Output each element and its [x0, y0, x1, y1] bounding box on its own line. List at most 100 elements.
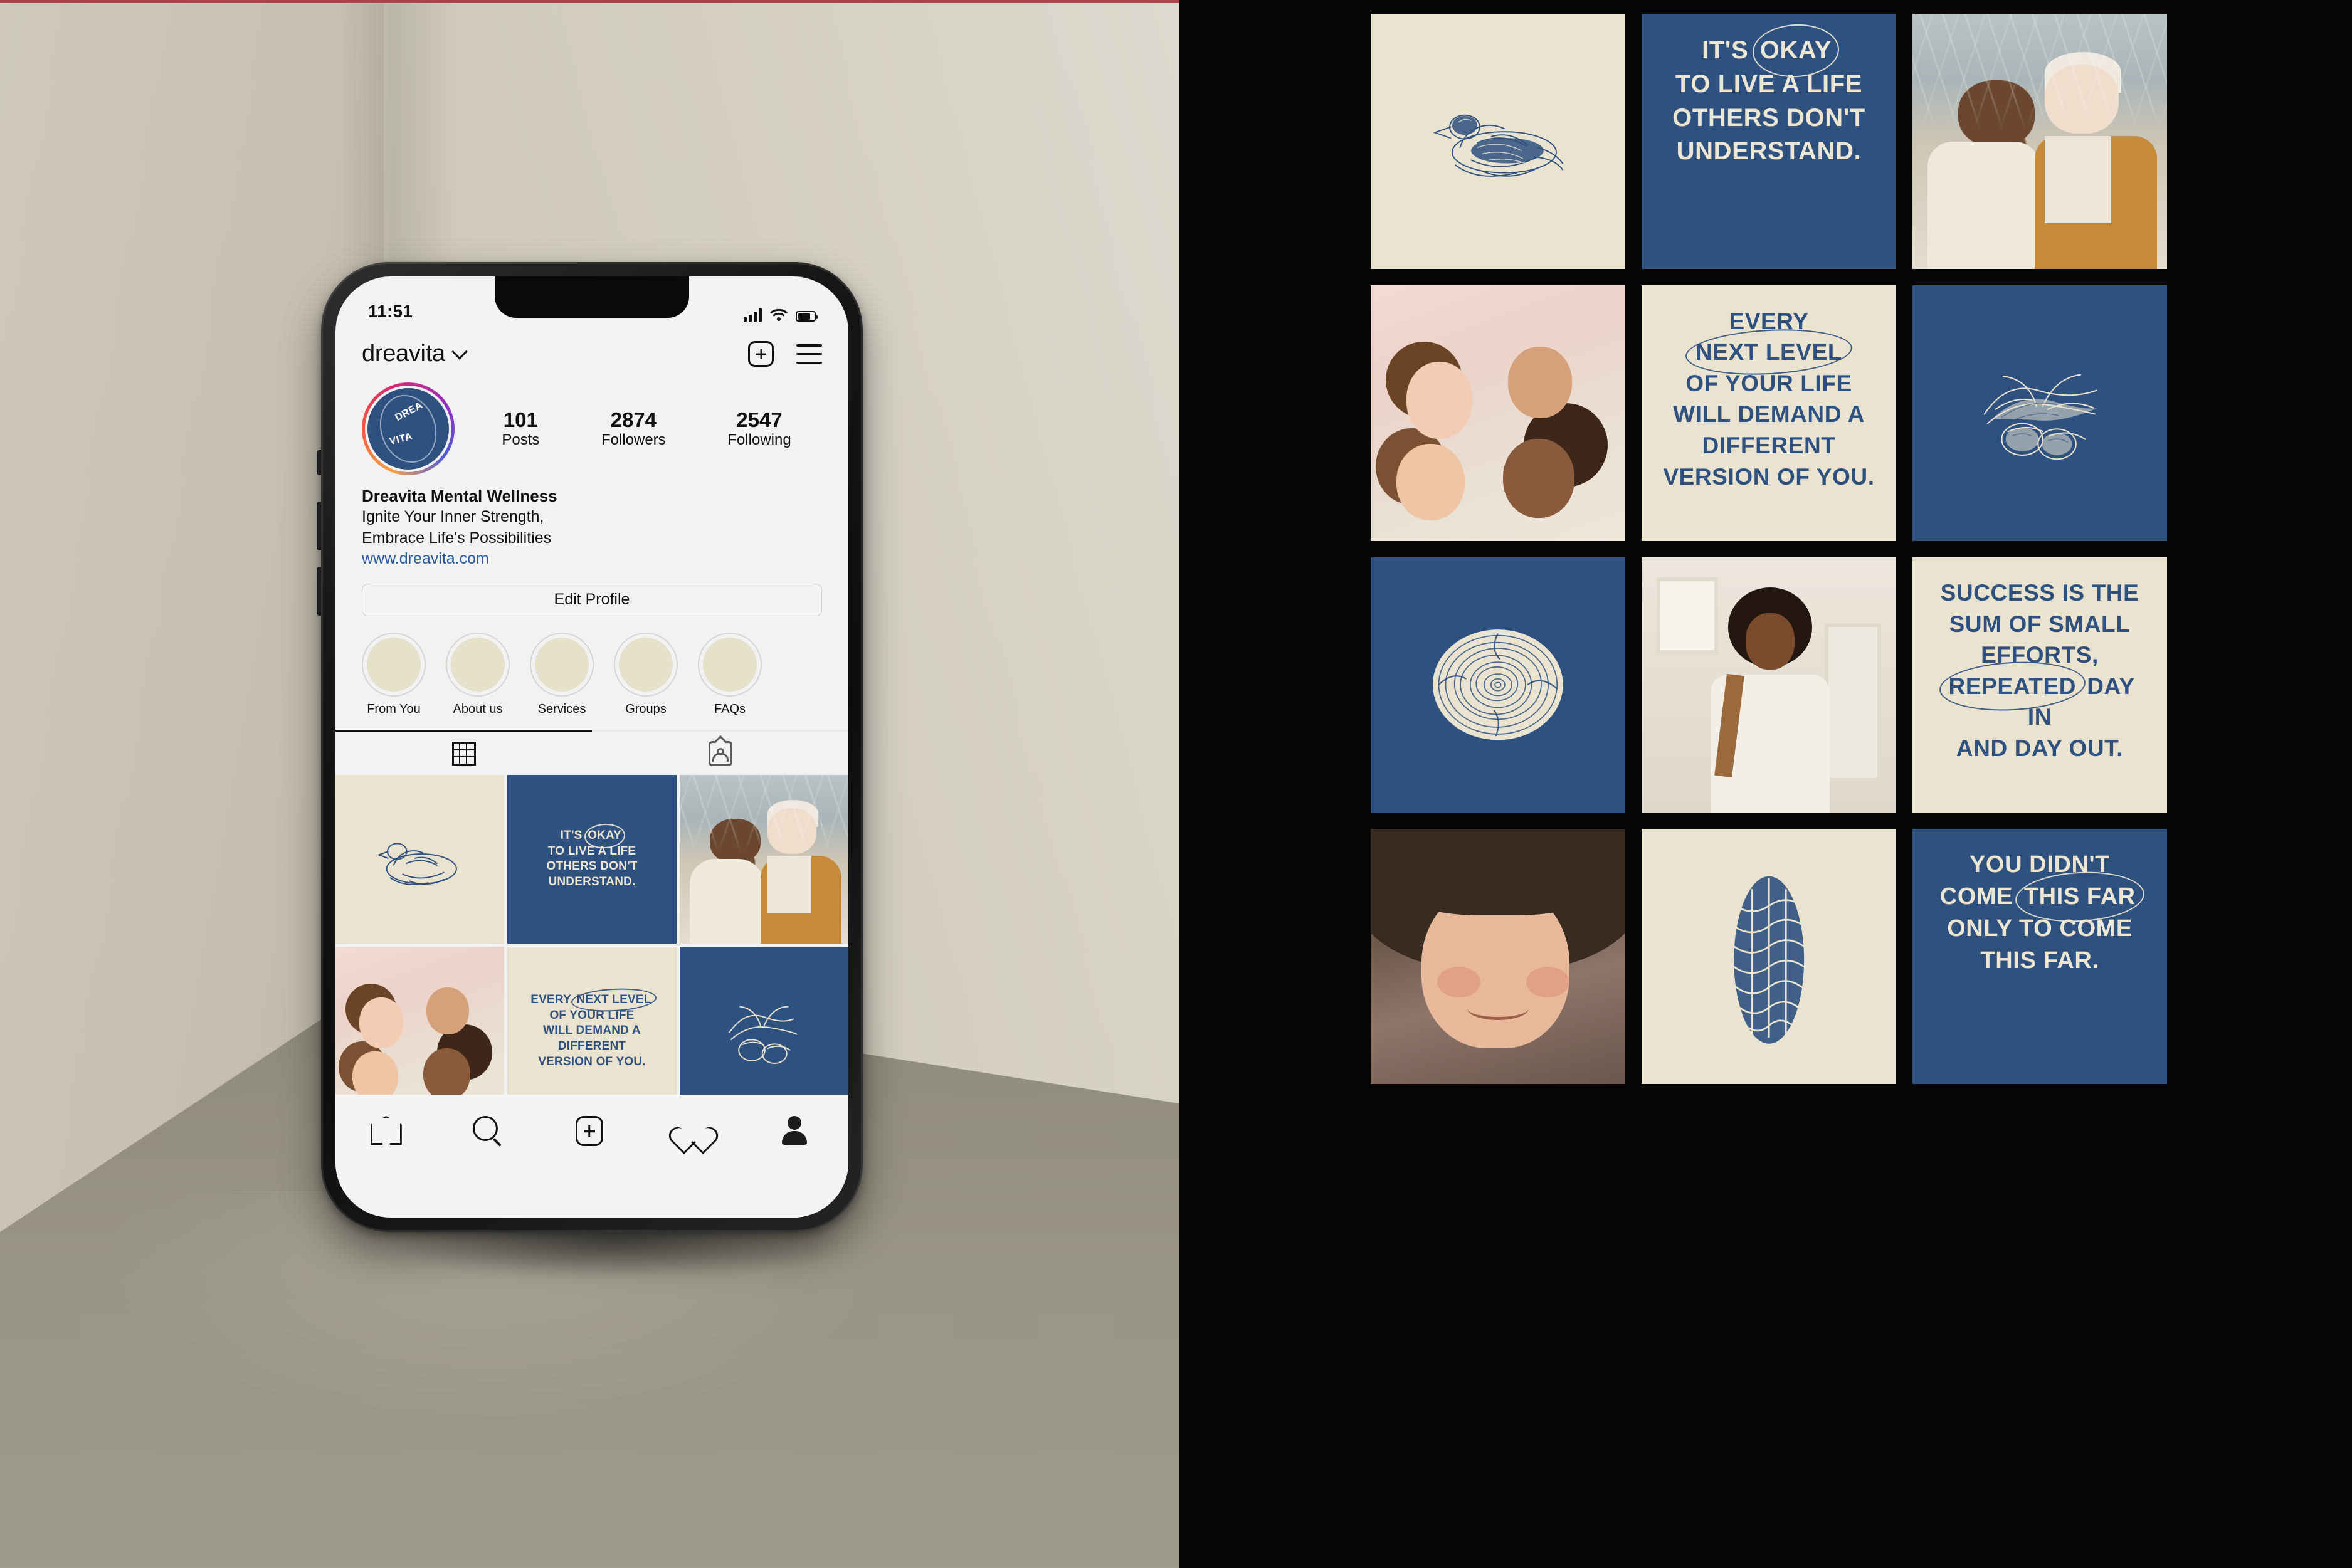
highlight-cover — [446, 632, 510, 697]
post-thumb[interactable]: IT'S OKAY TO LIVE A LIFE OTHERS DON'T UNDER… — [507, 774, 677, 944]
avatar-logo: DREA VITA — [367, 388, 449, 470]
feed-grid: IT'S OKAY TO LIVE A LIFE OTHERS DON'T UNDER… — [1371, 14, 2167, 1084]
grid-post-woman-photo[interactable] — [1642, 557, 1896, 813]
pinecone-engraving-icon — [1642, 829, 1896, 1084]
stat-followers-label: Followers — [601, 431, 666, 449]
photo-smiling-girl-portrait — [1371, 828, 1625, 1084]
stat-following[interactable]: 2547 Following — [727, 408, 791, 450]
grid-post-pinecone-engraving[interactable] — [1642, 828, 1896, 1084]
highlight-label: Services — [537, 702, 586, 716]
photo-four-friends-lying-down — [1371, 285, 1625, 541]
grid-icon — [451, 742, 476, 766]
bio-display-name: Dreavita Mental Wellness — [362, 487, 557, 505]
phone-screen: 11:51 dreavita DREA VITA 101 Posts 2874 … — [335, 276, 848, 1218]
left-scene-panel: 11:51 dreavita DREA VITA 101 Posts 2874 … — [0, 0, 1179, 1568]
wifi-icon — [770, 308, 788, 321]
quote-text: EVERY NEXT LEVEL OF YOUR LIFE WILL DEMAND … — [1663, 308, 1875, 490]
plus-square-icon[interactable] — [575, 1116, 608, 1149]
grid-post-quote-success[interactable]: SUCCESS IS THE SUM OF SMALL EFFORTS, REPEAT… — [1912, 557, 2167, 813]
status-bar: 11:51 — [335, 276, 848, 327]
quote-text: IT'S OKAY TO LIVE A LIFE OTHERS DON'T UNDER… — [546, 828, 638, 888]
phone-mute-switch[interactable] — [317, 450, 322, 475]
highlight-groups[interactable]: Groups — [614, 632, 678, 717]
quote-text: SUCCESS IS THE SUM OF SMALL EFFORTS, REPEAT… — [1940, 579, 2139, 761]
highlight-label: About us — [453, 702, 503, 716]
stat-posts-value: 101 — [503, 408, 538, 431]
heart-icon[interactable] — [678, 1116, 711, 1149]
stat-followers-value: 2874 — [610, 408, 657, 431]
phone-volume-down-button[interactable] — [317, 567, 322, 616]
tab-tagged[interactable] — [592, 731, 848, 775]
account-username: dreavita — [362, 340, 445, 367]
grid-post-couple-photo[interactable] — [1912, 14, 2167, 270]
quote-text: IT'S OKAY TO LIVE A LIFE OTHERS DON'T UNDER… — [1642, 14, 1896, 189]
flower-fruit-engraving-icon — [1912, 285, 2167, 540]
stats-group: 101 Posts 2874 Followers 2547 Following — [455, 408, 822, 450]
post-thumb[interactable] — [679, 946, 848, 1116]
post-thumb[interactable]: EVERY NEXT LEVEL OF YOUR LIFE WILL DEMAND … — [507, 946, 677, 1116]
highlight-from-you[interactable]: From You — [362, 632, 426, 717]
highlight-cover — [362, 632, 426, 697]
bio-website-link[interactable]: www.dreavita.com — [362, 549, 822, 570]
grid-post-quote-next-level[interactable]: EVERY NEXT LEVEL OF YOUR LIFE WILL DEMAND … — [1642, 285, 1896, 541]
highlight-faqs[interactable]: FAQs — [698, 632, 762, 717]
chevron-down-icon[interactable] — [451, 343, 468, 360]
highlight-label: From You — [367, 702, 421, 716]
home-icon[interactable] — [370, 1116, 403, 1149]
phone-device: 11:51 dreavita DREA VITA 101 Posts 2874 … — [317, 262, 863, 1232]
profile-tabs — [335, 730, 848, 775]
quote-text: YOU DIDN'T COME THIS FAR ONLY TO COME THIS … — [1912, 829, 2167, 997]
duck-engraving-icon — [1371, 14, 1625, 269]
phone-volume-up-button[interactable] — [317, 502, 322, 550]
grid-post-quote-okay[interactable]: IT'S OKAY TO LIVE A LIFE OTHERS DON'T UNDER… — [1642, 14, 1896, 270]
hamburger-menu-icon[interactable] — [796, 344, 822, 364]
app-header: dreavita — [335, 327, 848, 367]
grid-post-quote-this-far[interactable]: YOU DIDN'T COME THIS FAR ONLY TO COME THIS … — [1912, 828, 2167, 1084]
grid-post-duck[interactable] — [1371, 14, 1625, 270]
post-thumb[interactable] — [335, 774, 505, 944]
photo-smiling-woman-porch — [1642, 557, 1896, 813]
highlight-cover — [614, 632, 678, 697]
stat-posts[interactable]: 101 Posts — [502, 408, 540, 450]
post-thumb[interactable] — [679, 774, 848, 944]
stat-following-value: 2547 — [736, 408, 783, 431]
highlight-cover — [530, 632, 594, 697]
tab-grid[interactable] — [335, 730, 592, 775]
post-thumb[interactable] — [335, 946, 505, 1116]
quote-text: EVERY NEXT LEVEL OF YOUR LIFE WILL DEMAND … — [520, 982, 663, 1080]
signal-bars-icon — [744, 308, 762, 322]
stat-following-label: Following — [727, 431, 791, 449]
highlight-services[interactable]: Services — [530, 632, 594, 717]
stat-posts-label: Posts — [502, 431, 540, 449]
grid-post-friends-photo[interactable] — [1371, 285, 1625, 541]
profile-person-icon[interactable] — [781, 1116, 813, 1149]
top-red-rule — [0, 0, 1179, 3]
account-switcher[interactable]: dreavita — [362, 340, 468, 367]
grid-post-flower-engraving[interactable] — [1912, 285, 2167, 541]
mockup-stage: 11:51 dreavita DREA VITA 101 Posts 2874 … — [0, 0, 2352, 1568]
highlight-cover — [698, 632, 762, 697]
photo-couple-in-greenhouse — [1912, 14, 2167, 270]
right-grid-panel: IT'S OKAY TO LIVE A LIFE OTHERS DON'T UNDER… — [1179, 0, 2352, 1568]
avatar[interactable]: DREA VITA — [362, 382, 455, 475]
stat-followers[interactable]: 2874 Followers — [601, 408, 666, 450]
status-icons — [744, 308, 818, 322]
grid-post-girl-photo[interactable] — [1371, 828, 1625, 1084]
tagged-person-icon — [708, 740, 732, 766]
highlight-label: FAQs — [714, 702, 746, 716]
highlight-about-us[interactable]: About us — [446, 632, 510, 717]
grid-post-tree-rings-engraving[interactable] — [1371, 557, 1625, 813]
story-highlights: From You About us Services Groups FAQs — [335, 616, 848, 717]
bottom-nav-bar — [335, 1095, 848, 1218]
profile-bio: Dreavita Mental Wellness Ignite Your Inn… — [335, 475, 848, 570]
bio-line-1: Ignite Your Inner Strength, — [362, 508, 544, 526]
bio-line-2: Embrace Life's Possibilities — [362, 529, 552, 547]
edit-profile-button[interactable]: Edit Profile — [362, 583, 822, 616]
search-icon[interactable] — [473, 1116, 505, 1149]
battery-icon — [796, 311, 818, 322]
header-actions — [748, 341, 822, 367]
highlight-label: Groups — [625, 702, 667, 716]
plus-square-icon[interactable] — [748, 341, 774, 367]
status-time: 11:51 — [368, 302, 413, 321]
tree-rings-engraving-icon — [1371, 557, 1625, 813]
